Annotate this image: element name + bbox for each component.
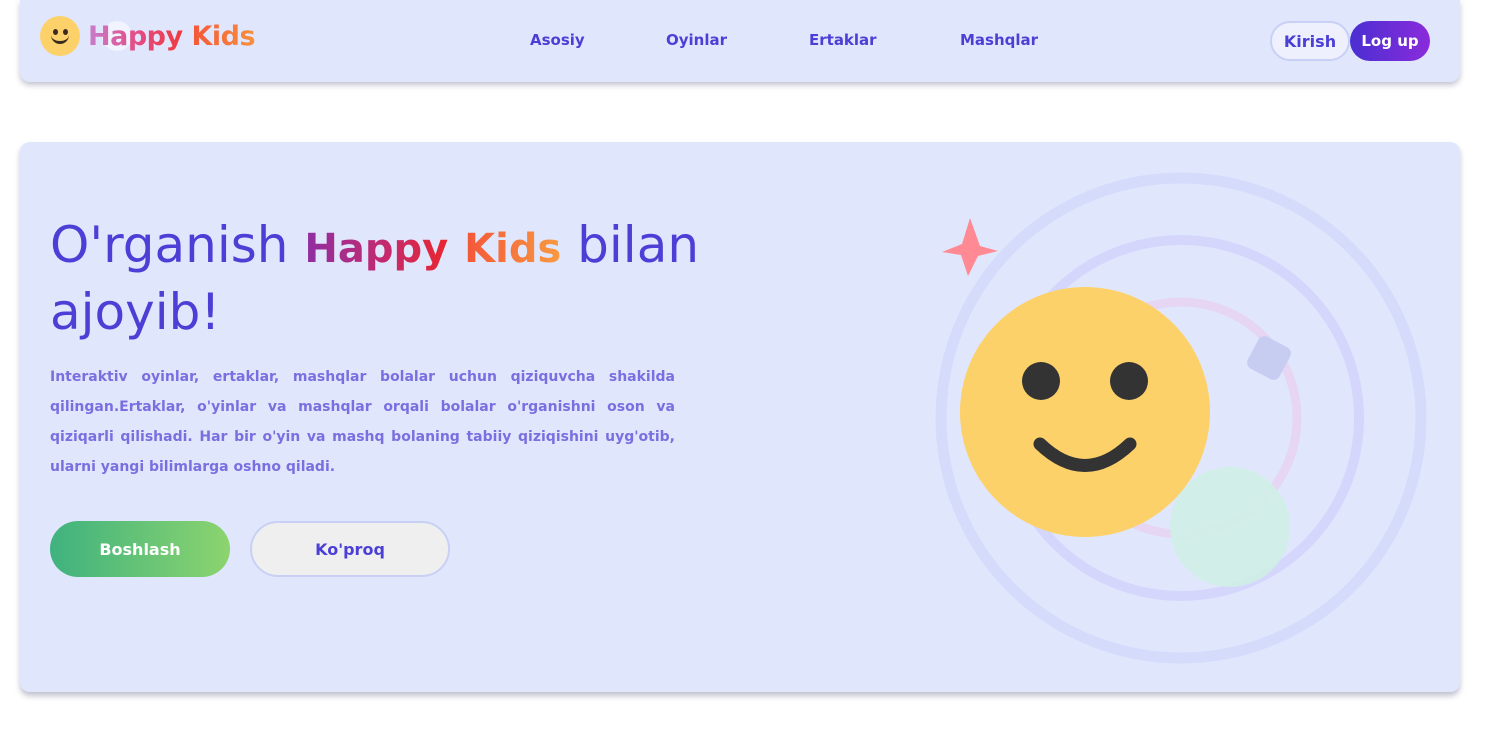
start-button[interactable]: Boshlash [50, 521, 230, 577]
mint-circle-shape [1170, 467, 1290, 587]
hero-section: O'rganish Happy Kids bilan ajoyib! Inter… [20, 142, 1460, 692]
main-nav: Asosiy Oyinlar Ertaklar Mashqlar [20, 31, 1460, 53]
nav-item-mashqlar[interactable]: Mashqlar [960, 31, 1038, 49]
smiley-face-icon [960, 287, 1210, 537]
hero-illustration [935, 172, 1427, 664]
nav-item-oyinlar[interactable]: Oyinlar [666, 31, 727, 49]
nav-item-asosiy[interactable]: Asosiy [530, 31, 585, 49]
login-button[interactable]: Kirish [1270, 21, 1350, 61]
hero-title-brand-happy: Happy [304, 226, 449, 272]
navbar: Happy Kids Asosiy Oyinlar Ertaklar Mashq… [20, 0, 1460, 82]
hero-title: O'rganish Happy Kids bilan ajoyib! [50, 214, 750, 344]
hero-title-brand-kids: Kids [464, 226, 562, 272]
hero-description: Interaktiv oyinlar, ertaklar, mashqlar b… [50, 369, 675, 475]
nav-item-ertaklar[interactable]: Ertaklar [809, 31, 877, 49]
more-button[interactable]: Ko'proq [250, 521, 450, 577]
hero-title-before: O'rganish [50, 216, 289, 274]
signup-button[interactable]: Log up [1350, 21, 1430, 61]
